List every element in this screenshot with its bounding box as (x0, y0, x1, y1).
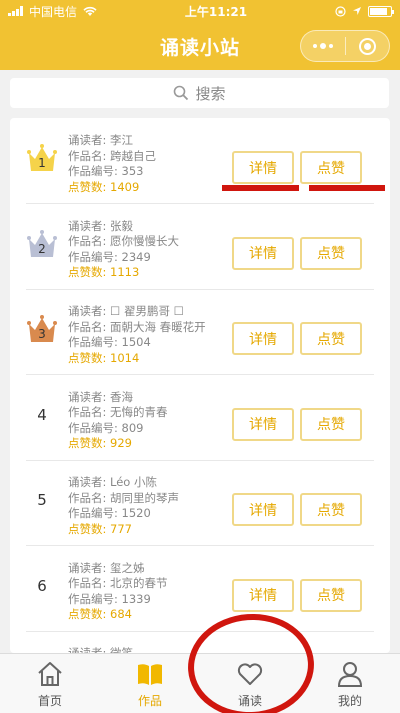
work-code: 作品编号: 1504 (68, 335, 151, 349)
page-title: 诵读小站 (159, 36, 240, 59)
work-code: 作品编号: 1520 (68, 506, 151, 520)
vote-count: 点赞数: 684 (68, 607, 132, 621)
miniprogram-capsule (300, 30, 390, 62)
reader-name: 诵读者: 香海 (68, 389, 134, 404)
work-title: 作品名: 面朝大海 春暖花开 (68, 319, 206, 334)
entry-info: 诵读者: 李江 作品名: 跨越自己 作品编号: 353 点赞数: 1409 (68, 133, 156, 195)
tab-works[interactable]: 作品 (100, 654, 200, 713)
rank-badge: 1 (26, 142, 58, 174)
home-icon (35, 659, 65, 689)
work-title: 作品名: 胡同里的琴声 (68, 490, 180, 505)
list-item: 4 诵读者: 香海 作品名: 无悔的青春 作品编号: 809 点赞数: 929 详情 点赞 (26, 375, 374, 461)
status-time: 上午11:21 (184, 4, 248, 19)
rank-number: 3 (38, 327, 46, 341)
work-code: 作品编号: 809 (68, 420, 144, 435)
rank-badge: 6 (37, 576, 47, 595)
list-item: 2 诵读者: 张毅 作品名: 愿你慢慢长大 作品编号: 2349 点赞数: 1113 详情… (26, 204, 374, 290)
carrier-label: 中国电信 (29, 4, 78, 19)
more-button[interactable] (301, 31, 345, 61)
rank-badge: 2 (26, 228, 58, 260)
search-bar[interactable]: 搜索 (10, 78, 389, 108)
tab-home-label: 首页 (37, 694, 62, 708)
top-bar: 中国电信 上午11:21 诵读小站 (0, 0, 400, 70)
more-dots-icon (312, 43, 333, 49)
like-button[interactable]: 点赞 (300, 407, 362, 441)
like-button[interactable]: 点赞 (300, 578, 362, 612)
detail-button[interactable]: 详情 (232, 493, 294, 526)
list-item: 6 诵读者: 玺之姊 作品名: 北京的春节 作品编号: 1339 点赞数: 684 详情点… (26, 546, 374, 632)
lock-rotation-icon (335, 5, 346, 17)
work-title: 作品名: 无悔的青春 (68, 405, 168, 419)
signal-icon (8, 6, 23, 16)
tab-mine-label: 我的 (337, 694, 362, 708)
vote-count: 点赞数: 1014 (68, 350, 140, 365)
work-title: 作品名: 北京的春节 (68, 576, 168, 590)
work-title: 作品名: 愿你慢慢长大 (68, 234, 180, 248)
close-miniprogram-button[interactable] (346, 31, 390, 61)
annotation-underline-detail (222, 185, 299, 191)
work-title: 作品名: 跨越自己 (68, 148, 157, 163)
search-placeholder: 搜索 (195, 84, 226, 103)
tab-home[interactable]: 首页 (0, 654, 100, 713)
close-target-icon (358, 37, 376, 55)
detail-button[interactable]: 详情 (232, 236, 294, 270)
rank-number: 2 (38, 241, 46, 256)
annotation-underline-like (309, 185, 385, 191)
like-button[interactable]: 点赞 (300, 322, 362, 355)
reader-name: 诵读者: 微笑 (68, 646, 134, 653)
tab-works-label: 作品 (137, 694, 162, 708)
vote-count: 点赞数: 1113 (68, 265, 140, 279)
list-item: 1 诵读者: 李江 作品名: 跨越自己 作品编号: 353 点赞数: 1409 详情 点赞 (26, 118, 374, 204)
like-button[interactable]: 点赞 (300, 236, 362, 270)
battery-icon (368, 5, 394, 17)
tab-mine[interactable]: 我的 (300, 654, 400, 713)
person-icon (335, 659, 365, 689)
book-icon (135, 659, 165, 689)
entry-info: 诵读者: 微笑 (68, 646, 133, 653)
vote-count: 点赞数: 777 (68, 521, 132, 536)
entry-info: 诵读者: ☐ 翟男鹏哥 ☐ 作品名: 面朝大海 春暖花开 作品编号: 1504 点赞数… (68, 304, 206, 366)
reader-name: 诵读者: 玺之姊 (68, 560, 145, 575)
rank-badge: 5 (37, 491, 47, 509)
entry-info: 诵读者: 香海 作品名: 无悔的青春 作品编号: 809 点赞数: 929 (68, 390, 168, 452)
reader-name: 诵读者: Léo 小陈 (68, 475, 158, 489)
work-code: 作品编号: 353 (68, 164, 144, 178)
detail-button[interactable]: 详情 (232, 578, 294, 612)
reader-name: 诵读者: 张毅 (68, 218, 134, 233)
entry-info: 诵读者: Léo 小陈 作品名: 胡同里的琴声 作品编号: 1520 点赞数: 777 (68, 475, 179, 537)
work-code: 作品编号: 1339 (68, 591, 151, 606)
like-button[interactable]: 点赞 (300, 493, 362, 526)
rank-badge: 3 (26, 313, 58, 345)
vote-count: 点赞数: 929 (68, 436, 132, 450)
detail-button[interactable]: 详情 (232, 151, 294, 184)
wifi-icon (83, 6, 97, 16)
work-code: 作品编号: 2349 (68, 249, 151, 264)
status-bar: 中国电信 上午11:21 (0, 0, 400, 22)
like-button[interactable]: 点赞 (300, 151, 362, 184)
location-icon (353, 7, 361, 15)
detail-button[interactable]: 详情 (232, 407, 294, 441)
rank-badge: 4 (37, 405, 47, 424)
entry-info: 诵读者: 玺之姊 作品名: 北京的春节 作品编号: 1339 点赞数: 684 (68, 561, 168, 623)
reader-name: 诵读者: ☐ 翟男鹏哥 ☐ (68, 304, 184, 318)
rank-number: 1 (38, 156, 46, 170)
search-icon (174, 85, 189, 101)
entry-info: 诵读者: 张毅 作品名: 愿你慢慢长大 作品编号: 2349 点赞数: 1113 (68, 219, 179, 281)
list-item: 3 诵读者: ☐ 翟男鹏哥 ☐ 作品名: 面朝大海 春暖花开 作品编号: 1504 点赞… (26, 289, 374, 375)
detail-button[interactable]: 详情 (232, 322, 294, 355)
reader-name: 诵读者: 李江 (68, 133, 134, 147)
ranking-list: 1 诵读者: 李江 作品名: 跨越自己 作品编号: 353 点赞数: 1409 详情 点赞 2… (10, 118, 390, 653)
nav-bar: 诵读小站 (0, 22, 400, 70)
list-item: 5 诵读者: Léo 小陈 作品名: 胡同里的琴声 作品编号: 1520 点赞数: 77… (26, 460, 374, 546)
vote-count: 点赞数: 1409 (68, 179, 140, 194)
